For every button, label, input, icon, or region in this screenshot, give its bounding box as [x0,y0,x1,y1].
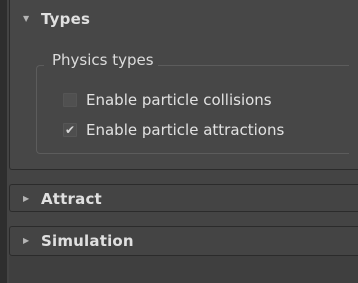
enable-particle-attractions-checkbox[interactable]: ✔ [63,123,77,137]
rollout-simulation-title: Simulation [41,232,134,250]
collapse-arrow-icon[interactable]: ▼ [23,15,37,23]
enable-particle-attractions-row[interactable]: ✔ Enable particle attractions [63,120,284,140]
rollout-attract-header[interactable]: ▶ Attract [10,185,358,213]
expand-arrow-icon[interactable]: ▶ [23,195,37,203]
rollout-types-header[interactable]: ▼ Types [10,5,358,33]
rollout-attract-title: Attract [41,190,102,208]
enable-particle-collisions-label[interactable]: Enable particle collisions [86,90,272,110]
rollout-simulation-header[interactable]: ▶ Simulation [10,227,358,255]
properties-panel: ▼ Types Physics types Enable particle co… [0,0,358,283]
rollout-simulation[interactable]: ▶ Simulation [9,226,358,256]
enable-particle-attractions-label[interactable]: Enable particle attractions [86,120,284,140]
panel-left-edge [0,0,7,283]
rollout-types-title: Types [41,10,91,28]
enable-particle-collisions-row[interactable]: Enable particle collisions [63,90,272,110]
rollout-attract[interactable]: ▶ Attract [9,184,358,212]
empty-panel-area [9,256,358,283]
expand-arrow-icon[interactable]: ▶ [23,237,37,245]
enable-particle-collisions-checkbox[interactable] [63,93,77,107]
physics-types-label: Physics types [44,50,158,70]
